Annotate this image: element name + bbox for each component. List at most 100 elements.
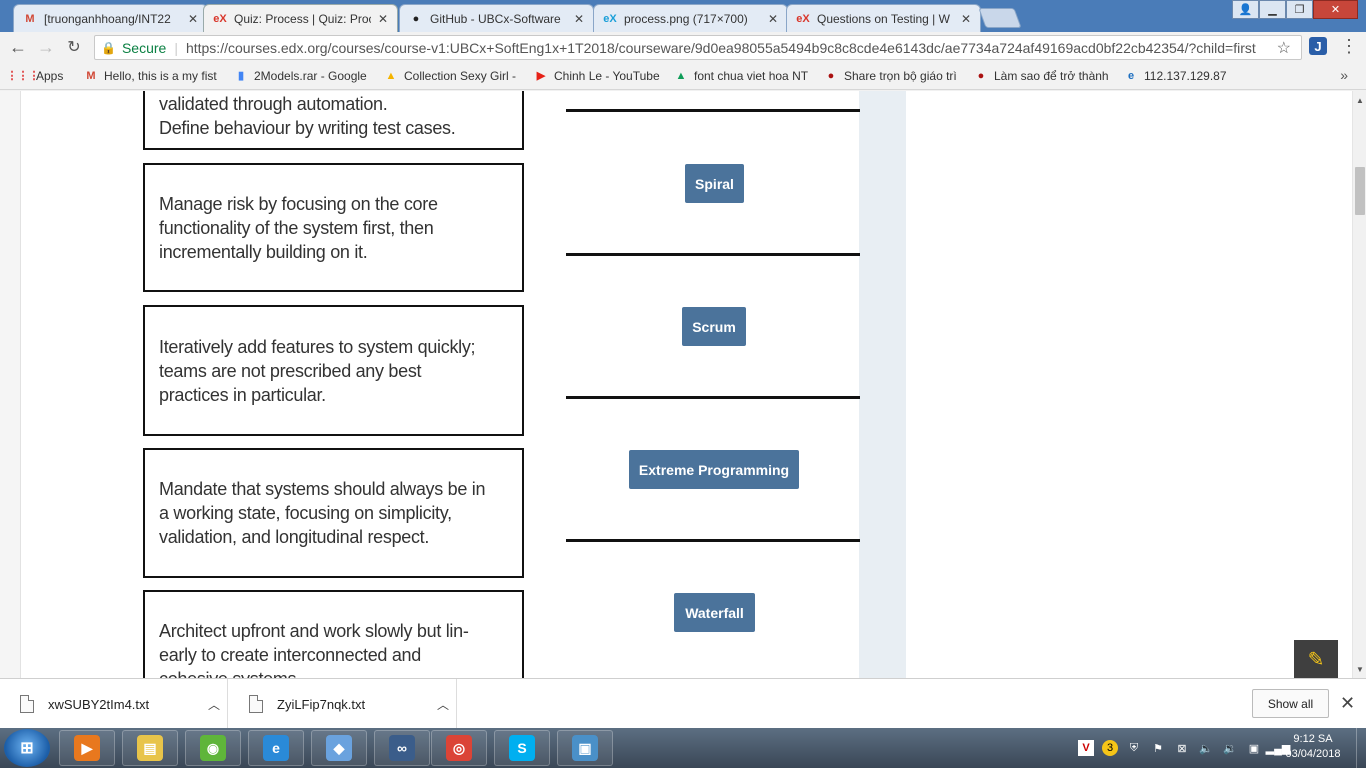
speaker-icon[interactable]: 🔈 xyxy=(1198,740,1214,756)
description-line: Iteratively add features to system quick… xyxy=(159,336,476,357)
description-line: a working state, focusing on simplicity, xyxy=(159,503,452,523)
page-viewport: validated through automation. Define beha… xyxy=(0,91,1352,678)
flag-icon[interactable]: ⚑ xyxy=(1150,740,1166,756)
close-tab-icon[interactable]: ✕ xyxy=(767,12,779,26)
option-scrum[interactable]: Scrum xyxy=(682,307,746,346)
extension-j-icon[interactable]: J xyxy=(1309,37,1327,55)
scrollbar-thumb[interactable] xyxy=(1355,167,1365,215)
description-text: Manage risk by focusing on the core funct… xyxy=(159,192,438,264)
gmail-icon: M xyxy=(86,69,96,82)
close-tab-icon[interactable]: ✕ xyxy=(573,12,585,26)
taskbar-app-button[interactable]: ◆ xyxy=(311,730,367,766)
taskbar-app-button[interactable]: ▣ xyxy=(557,730,613,766)
description-line: Architect upfront and work slowly but li… xyxy=(159,621,469,641)
user-icon[interactable]: 👤 xyxy=(1232,0,1259,19)
bookmark-item[interactable]: ⋮⋮⋮Apps xyxy=(10,62,78,89)
bookmark-item[interactable]: ▲ Collection Sexy Girl - xyxy=(378,62,528,89)
back-button[interactable]: ← xyxy=(4,33,32,61)
taskbar-app-button[interactable]: ▶ xyxy=(59,730,115,766)
scroll-up-arrow-icon[interactable]: ▲ xyxy=(1353,93,1366,107)
taskbar-app-button[interactable]: S xyxy=(494,730,550,766)
scroll-down-arrow-icon[interactable]: ▼ xyxy=(1353,662,1366,676)
edit-pencil-button[interactable]: ✎ xyxy=(1294,640,1338,678)
download-shelf: xwSUBY2tIm4.txt ︿ ZyiLFip7nqk.txt ︿ Show… xyxy=(0,678,1366,729)
tab-title: [truonganhhoang/INT22 xyxy=(44,11,171,26)
course-side-strip xyxy=(859,91,906,678)
bookmark-item[interactable]: e 112.137.129.87 xyxy=(1118,62,1238,89)
drop-zone-divider xyxy=(566,396,860,399)
chevron-up-icon[interactable]: ︿ xyxy=(430,696,456,713)
notification-badge-icon[interactable]: 3 xyxy=(1102,740,1118,756)
match-description-1: validated through automation. Define beha… xyxy=(143,91,524,150)
device-icon[interactable]: ▣ xyxy=(1246,740,1262,756)
close-tab-icon[interactable]: ✕ xyxy=(377,12,389,26)
bookmark-star-icon[interactable]: ☆ xyxy=(1277,38,1291,58)
network-error-icon[interactable]: ⊠ xyxy=(1174,740,1190,756)
bookmark-item[interactable]: ▲ font chua viet hoa NT xyxy=(668,62,818,89)
youtube-icon: ▶ xyxy=(536,70,546,82)
lock-icon: 🔒 xyxy=(101,40,116,55)
match-description-2: Manage risk by focusing on the core funct… xyxy=(143,163,524,292)
tab-title: Questions on Testing | W xyxy=(817,11,950,26)
address-separator: | xyxy=(174,39,178,56)
option-waterfall[interactable]: Waterfall xyxy=(674,593,755,632)
download-item[interactable]: xwSUBY2tIm4.txt ︿ xyxy=(0,679,228,729)
bookmark-item[interactable]: M Hello, this is a my fist xyxy=(78,62,228,89)
close-window-button[interactable]: ✕ xyxy=(1313,0,1358,19)
drop-zone-divider xyxy=(566,539,860,542)
taskbar-app-button[interactable]: ◉ xyxy=(185,730,241,766)
browser-tab[interactable]: eX Quiz: Process | Quiz: Proc ✕ xyxy=(203,4,398,33)
taskbar-app-button[interactable]: ◎ xyxy=(431,730,487,766)
taskbar-app-button[interactable]: ▤ xyxy=(122,730,178,766)
taskbar-app-button[interactable]: ∞ xyxy=(374,730,430,766)
bookmark-item[interactable]: ● Share trọn bộ giáo trì xyxy=(818,62,968,89)
taskbar-app-button[interactable]: e xyxy=(248,730,304,766)
chrome-icon: ◎ xyxy=(446,735,472,761)
minimize-button[interactable]: ▁ xyxy=(1259,0,1286,19)
bookmarks-bar: ⋮⋮⋮Apps M Hello, this is a my fist ▮ 2Models… xyxy=(0,62,1366,90)
download-item[interactable]: ZyiLFip7nqk.txt ︿ xyxy=(229,679,457,729)
close-tab-icon[interactable]: ✕ xyxy=(187,12,199,26)
description-text: validated through automation. Define beha… xyxy=(159,92,456,140)
internet-explorer-icon: e xyxy=(263,735,289,761)
bookmarks-overflow-icon[interactable]: » xyxy=(1340,67,1348,83)
start-button[interactable]: ⊞ xyxy=(4,729,50,767)
close-download-shelf-icon[interactable]: ✕ xyxy=(1340,693,1355,714)
browser-tab[interactable]: M [truonganhhoang/INT22 ✕ xyxy=(13,4,208,32)
browser-menu-icon[interactable]: ⋮ xyxy=(1340,36,1358,56)
bookmark-item[interactable]: ▶ Chinh Le - YouTube xyxy=(528,62,668,89)
bookmark-item[interactable]: ● Làm sao để trở thành xyxy=(968,62,1118,89)
course-left-gutter xyxy=(20,91,136,678)
show-all-downloads-button[interactable]: Show all xyxy=(1252,689,1329,718)
browser-tab[interactable]: eX Questions on Testing | W ✕ xyxy=(786,4,981,32)
page-scrollbar[interactable]: ▲ ▼ xyxy=(1352,91,1366,678)
coccoc-icon: ◉ xyxy=(200,735,226,761)
forward-button[interactable]: → xyxy=(32,33,60,61)
system-clock[interactable]: 9:12 SA 03/04/2018 xyxy=(1276,732,1350,762)
reload-button[interactable]: ↻ xyxy=(60,33,88,61)
download-filename: xwSUBY2tIm4.txt xyxy=(48,696,150,712)
description-line: teams are not prescribed any best xyxy=(159,360,422,381)
maximize-button[interactable]: ❐ xyxy=(1286,0,1313,19)
windows-taskbar: ⊞ ▶ ▤ ◉ e ◆ ∞ ◎ S ▣ V 3 ⛨ ⚑ ⊠ 🔈 🔉 ▣ ▂▄▆ 9:12 SA … xyxy=(0,728,1366,768)
match-description-4: Mandate that systems should always be in… xyxy=(143,448,524,578)
bookmark-item[interactable]: ▮ 2Models.rar - Google xyxy=(228,62,378,89)
vivaldi-tray-icon[interactable]: V xyxy=(1078,740,1094,756)
description-line: practices in particular. xyxy=(159,384,326,405)
browser-tab[interactable]: ● GitHub - UBCx-Software ✕ xyxy=(399,4,594,32)
address-bar[interactable]: 🔒 Secure | https://courses.edx.org/cours… xyxy=(94,35,1302,60)
shield-icon[interactable]: ⛨ xyxy=(1126,740,1142,756)
option-extreme-programming[interactable]: Extreme Programming xyxy=(629,450,799,489)
chevron-up-icon[interactable]: ︿ xyxy=(201,696,227,713)
google-drive-icon: ▲ xyxy=(385,69,397,82)
description-line: Define behaviour by writing test cases. xyxy=(159,117,456,138)
close-tab-icon[interactable]: ✕ xyxy=(960,12,972,26)
speaker-icon-secondary[interactable]: 🔉 xyxy=(1222,740,1238,756)
show-desktop-button[interactable] xyxy=(1356,728,1366,768)
option-spiral[interactable]: Spiral xyxy=(685,164,744,203)
new-tab-button[interactable] xyxy=(978,8,1022,28)
text-file-icon xyxy=(20,695,34,713)
browser-tab[interactable]: eX process.png (717×700) ✕ xyxy=(593,4,788,32)
secure-label: Secure xyxy=(121,39,167,56)
github-icon: ● xyxy=(412,12,420,25)
